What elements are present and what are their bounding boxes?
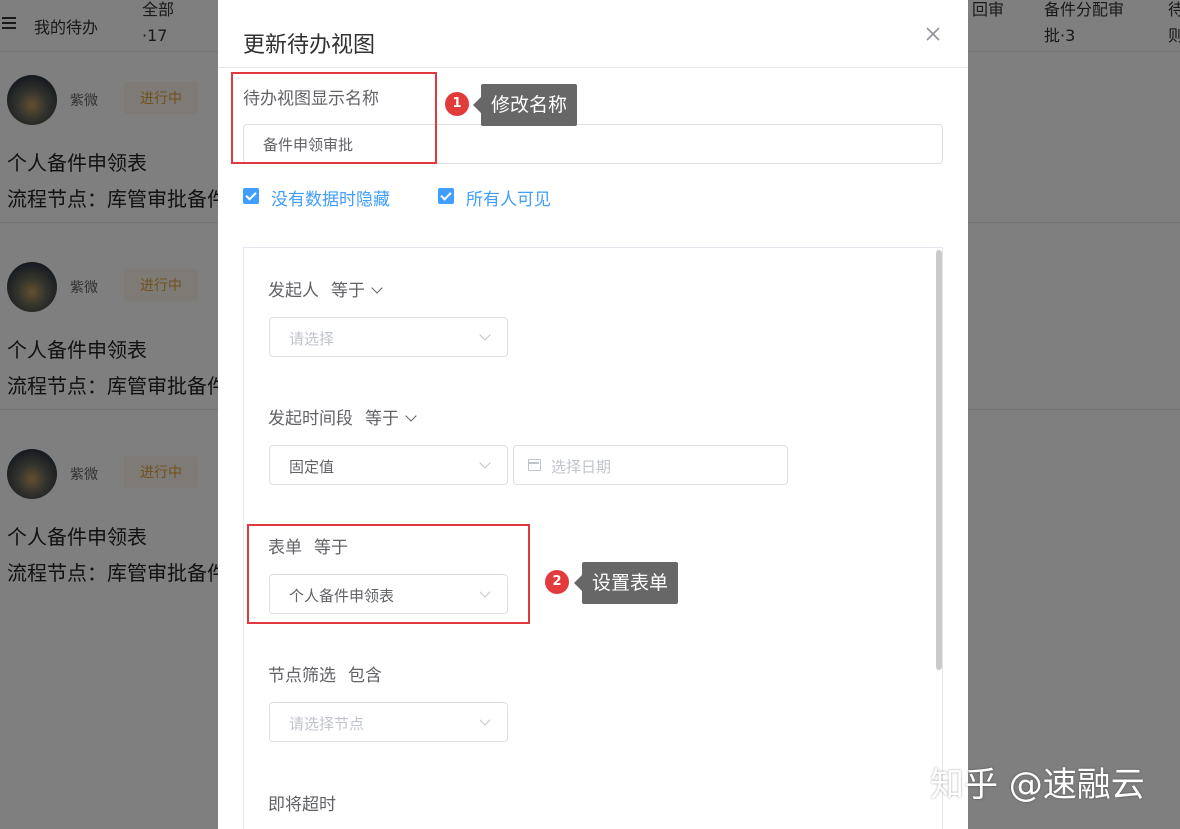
initiator-select[interactable]: 请选择 bbox=[269, 317, 508, 357]
chevron-down-icon bbox=[479, 457, 491, 469]
filter-field-name: 发起人 bbox=[268, 281, 319, 301]
period-filter-label: 发起时间段 等于 bbox=[268, 404, 417, 429]
annotation-highlight-box bbox=[231, 72, 437, 164]
chevron-down-icon bbox=[405, 410, 417, 422]
period-mode-select[interactable]: 固定值 bbox=[269, 445, 508, 485]
chevron-down-icon bbox=[479, 329, 491, 341]
operator-label: 等于 bbox=[365, 409, 399, 429]
filter-field-name: 发起时间段 bbox=[268, 409, 353, 429]
node-select[interactable]: 请选择节点 bbox=[269, 702, 508, 742]
node-filter-label: 节点筛选 包含 bbox=[268, 661, 382, 686]
operator-label: 等于 bbox=[331, 281, 365, 301]
select-placeholder: 请选择节点 bbox=[289, 715, 365, 733]
watermark: 知乎 @速融云 bbox=[930, 765, 1145, 805]
date-picker-input[interactable]: 选择日期 bbox=[513, 445, 788, 485]
annotation-number-badge: 2 bbox=[545, 570, 569, 594]
annotation-number-badge: 1 bbox=[445, 92, 469, 116]
checkbox-label: 没有数据时隐藏 bbox=[271, 190, 390, 210]
operator-dropdown[interactable]: 等于 bbox=[365, 409, 417, 429]
chevron-down-icon bbox=[371, 282, 383, 294]
annotation-highlight-box bbox=[247, 524, 530, 624]
operator-dropdown[interactable]: 等于 bbox=[331, 281, 383, 301]
annotation-callout: 修改名称 bbox=[472, 84, 578, 126]
date-placeholder: 选择日期 bbox=[551, 458, 612, 476]
select-placeholder: 请选择 bbox=[289, 330, 335, 348]
initiator-filter-label: 发起人 等于 bbox=[268, 276, 383, 301]
calendar-icon bbox=[528, 459, 541, 471]
checkbox-label: 所有人可见 bbox=[466, 190, 551, 210]
dialog-title: 更新待办视图 bbox=[243, 33, 376, 58]
chevron-down-icon bbox=[479, 714, 491, 726]
checkbox-checked-icon bbox=[438, 188, 454, 204]
timeout-filter-label: 即将超时 bbox=[268, 795, 336, 815]
filter-field-name: 节点筛选 bbox=[268, 666, 336, 686]
operator-label: 包含 bbox=[348, 666, 382, 686]
checkbox-checked-icon bbox=[243, 188, 259, 204]
dialog-header: 更新待办视图 bbox=[218, 0, 968, 68]
annotation-callout: 设置表单 bbox=[573, 562, 679, 604]
select-value: 固定值 bbox=[289, 458, 335, 476]
scrollbar[interactable] bbox=[936, 250, 942, 670]
close-icon[interactable] bbox=[922, 23, 944, 45]
